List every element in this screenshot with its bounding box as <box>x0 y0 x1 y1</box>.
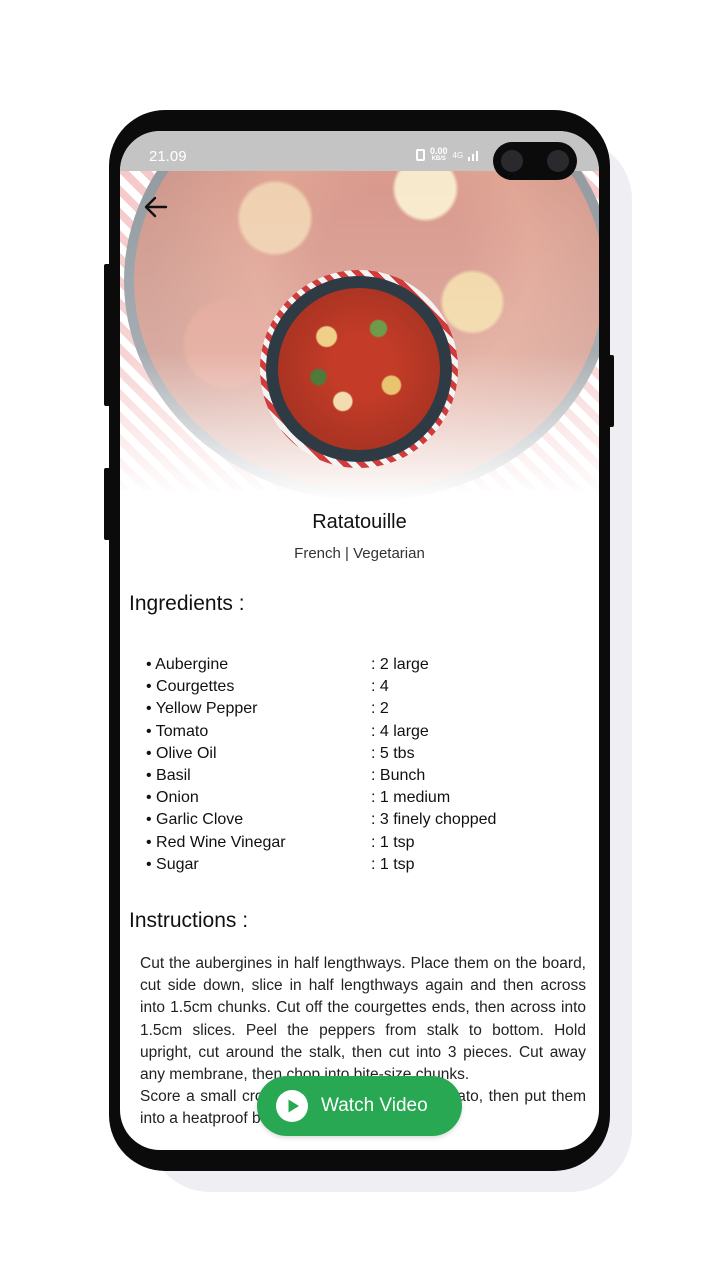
ingredient-name: Aubergine <box>146 656 371 678</box>
ingredient-qty: : 4 large <box>371 722 429 740</box>
list-item: Onion : 1 medium <box>146 789 586 811</box>
dish-image <box>260 270 458 468</box>
ingredient-qty: : 1 tsp <box>371 855 415 873</box>
ingredient-name: Olive Oil <box>146 745 371 767</box>
list-item: Tomato : 4 large <box>146 723 586 745</box>
ingredient-name: Sugar <box>146 856 371 878</box>
ingredient-qty: : 1 tsp <box>371 833 415 851</box>
status-icons: 0.00 KB/S 4G <box>416 147 479 163</box>
dish-food <box>278 288 440 450</box>
ingredient-qty: : 2 large <box>371 656 429 673</box>
ingredient-name: Basil <box>146 767 371 789</box>
ingredient-name: Courgettes <box>146 678 371 700</box>
ingredient-qty: : 4 <box>371 678 389 696</box>
list-item: Sugar : 1 tsp <box>146 856 586 878</box>
ingredient-qty: : Bunch <box>371 766 426 784</box>
ingredient-name: Garlic Clove <box>146 811 371 833</box>
list-item: Olive Oil : 5 tbs <box>146 745 586 767</box>
ingredient-qty: : 5 tbs <box>371 744 415 762</box>
network-type: 4G <box>452 150 464 160</box>
app-screen: 21.09 0.00 KB/S 4G Ratatouille French | <box>120 131 599 1150</box>
data-speed: 0.00 KB/S <box>430 147 448 163</box>
ingredient-name: Tomato <box>146 723 371 745</box>
watch-video-label: Watch Video <box>321 1095 428 1116</box>
back-arrow-icon[interactable] <box>142 193 170 221</box>
ingredient-name: Onion <box>146 789 371 811</box>
camera-lens <box>547 150 569 172</box>
instructions-heading: Instructions : <box>129 909 249 932</box>
recipe-title: Ratatouille <box>312 511 407 533</box>
status-time: 21.09 <box>149 148 187 165</box>
camera-lens <box>501 150 523 172</box>
ingredient-qty: : 2 <box>371 700 389 718</box>
recipe-subtitle: French | Vegetarian <box>294 545 425 562</box>
list-item: Basil : Bunch <box>146 767 586 789</box>
power-button <box>605 355 614 427</box>
data-speed-unit: KB/S <box>431 156 446 162</box>
ingredient-qty: : 1 medium <box>371 789 451 807</box>
ingredient-name: Yellow Pepper <box>146 700 371 722</box>
instruction-paragraph: Cut the aubergines in half lengthways. P… <box>140 955 586 1084</box>
front-camera <box>493 142 577 180</box>
ingredient-qty: : 3 finely chopped <box>371 811 497 829</box>
list-item: Aubergine : 2 large <box>146 656 586 678</box>
watch-video-button[interactable]: Watch Video <box>257 1076 462 1136</box>
list-item: Courgettes : 4 <box>146 678 586 700</box>
signal-icon <box>468 151 479 161</box>
vibrate-icon <box>416 149 425 161</box>
list-item: Yellow Pepper : 2 <box>146 700 586 722</box>
list-item: Garlic Clove : 3 finely chopped <box>146 811 586 833</box>
dish-bowl <box>266 276 452 462</box>
ingredients-heading: Ingredients : <box>129 592 245 615</box>
volume-up-button <box>104 264 112 406</box>
ingredients-list: Aubergine : 2 large Courgettes : 4 Yello… <box>146 656 586 878</box>
volume-down-button <box>104 468 112 540</box>
ingredient-name: Red Wine Vinegar <box>146 834 371 856</box>
list-item: Red Wine Vinegar : 1 tsp <box>146 834 586 856</box>
play-icon <box>276 1090 308 1122</box>
